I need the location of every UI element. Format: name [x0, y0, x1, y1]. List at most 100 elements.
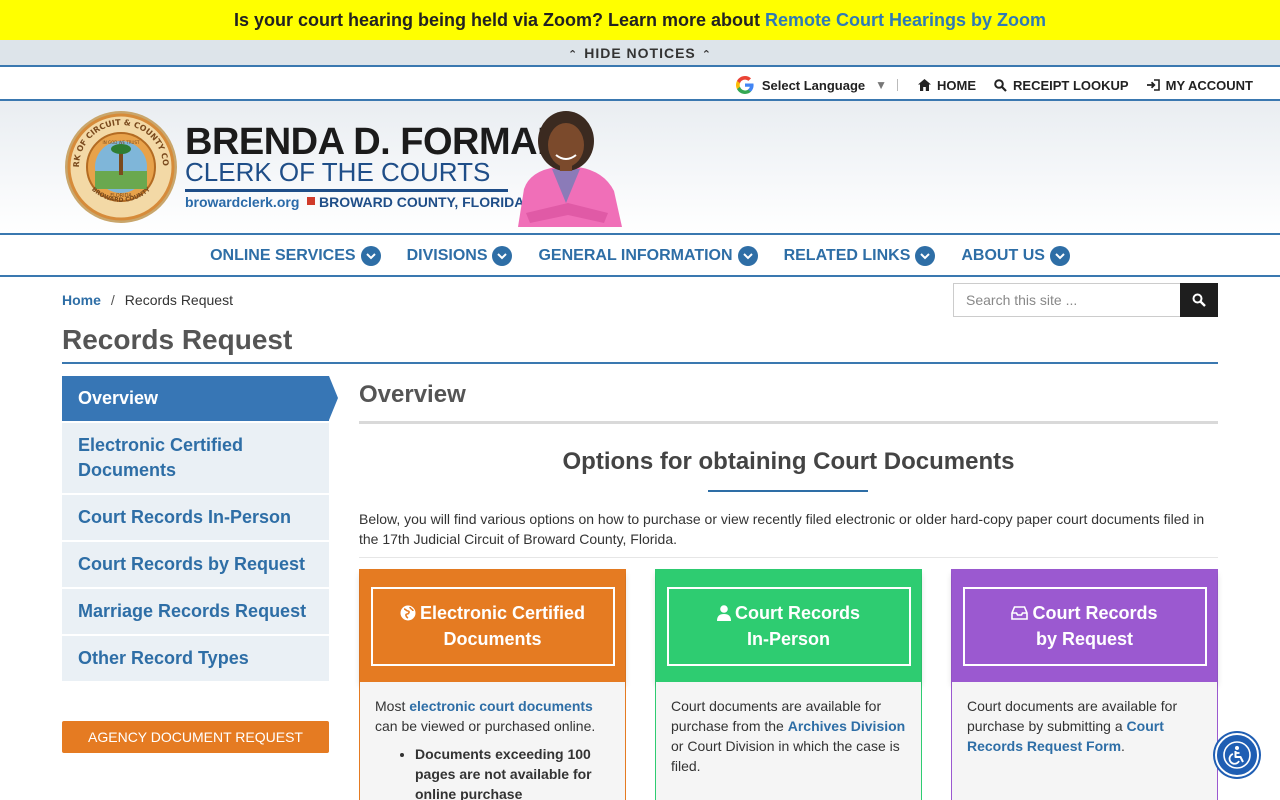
notice-text: Is your court hearing being held via Zoo… [233, 10, 766, 30]
chevron-up-icon: ⌃ [701, 49, 712, 61]
card-text: or Court Division in which the case is f… [671, 738, 900, 774]
site-search [953, 283, 1218, 317]
site-header: IN GOD WE TRUST FLORIDA CLERK OF CIRCUIT… [0, 101, 1280, 235]
card-body: Court documents are available for purcha… [656, 682, 921, 800]
sidenav-item-marriage-records-request[interactable]: Marriage Records Request [62, 589, 329, 634]
card-text: can be viewed or purchased online. [375, 718, 596, 734]
chevron-down-icon [737, 246, 758, 266]
nav-about-us[interactable]: ABOUT US [961, 246, 1070, 266]
court-records-by-request-button[interactable]: Court Records by Request [962, 586, 1207, 666]
globe-icon [400, 605, 416, 621]
chevron-down-icon [1049, 246, 1070, 266]
card-title-line1: Court Records [734, 603, 860, 623]
nav-label: DIVISIONS [406, 247, 488, 264]
breadcrumb-home-link[interactable]: Home [62, 292, 101, 308]
agency-document-request-button[interactable]: AGENCY DOCUMENT REQUEST [62, 721, 329, 753]
card-header: Electronic Certified Documents [360, 570, 625, 682]
card-title-line1: Electronic Certified [419, 603, 586, 623]
sidenav-item-court-records-by-request[interactable]: Court Records by Request [62, 542, 329, 587]
title-divider [62, 362, 1218, 364]
brand-divider [185, 189, 508, 192]
clerk-seal-logo[interactable]: IN GOD WE TRUST FLORIDA CLERK OF CIRCUIT… [64, 109, 178, 225]
clerk-portrait [518, 111, 622, 227]
language-label: Select Language [761, 77, 866, 93]
breadcrumb-separator: / [110, 292, 115, 308]
intro-text: Below, you will find various options on … [359, 511, 1205, 547]
nav-label: RELATED LINKS [783, 247, 911, 264]
page-title: Records Request [62, 324, 293, 355]
language-selector[interactable]: Select Language ▼ [735, 76, 888, 94]
card-header: Court Records In-Person [656, 570, 921, 682]
breadcrumb-current: Records Request [124, 292, 233, 308]
sidenav-label: Court Records by Request [78, 554, 306, 574]
side-nav: Overview Electronic Certified Documents … [62, 376, 338, 683]
search-icon [994, 78, 1007, 92]
zoom-hearings-link[interactable]: Remote Court Hearings by Zoom [765, 10, 1046, 30]
nav-label: ONLINE SERVICES [210, 247, 356, 264]
search-icon [1192, 293, 1206, 307]
sidenav-item-overview[interactable]: Overview [62, 376, 338, 421]
sidenav-item-other-record-types[interactable]: Other Record Types [62, 636, 329, 681]
hide-notices-button[interactable]: ⌃ HIDE NOTICES ⌃ [0, 40, 1280, 67]
home-icon [918, 79, 932, 91]
search-button[interactable] [1180, 283, 1218, 317]
divider [897, 79, 899, 91]
my-account-link[interactable]: MY ACCOUNT [1146, 77, 1253, 93]
nav-label: GENERAL INFORMATION [538, 247, 733, 264]
sidenav-item-electronic-certified-documents[interactable]: Electronic Certified Documents [62, 423, 329, 493]
chevron-down-icon [492, 246, 513, 266]
sidenav-label: Electronic Certified Documents [78, 435, 244, 480]
breadcrumb: Home / Records Request [62, 292, 233, 308]
court-records-in-person-button[interactable]: Court Records In-Person [666, 586, 911, 666]
seal-motto: IN GOD WE TRUST [103, 140, 140, 145]
receipt-lookup-link[interactable]: RECEIPT LOOKUP [994, 78, 1129, 93]
sign-in-icon [1146, 79, 1160, 91]
home-link-label: HOME [937, 77, 977, 93]
inbox-icon [1011, 606, 1029, 620]
card-bullets: Documents exceeding 100 pages are not av… [415, 744, 611, 800]
nav-online-services[interactable]: ONLINE SERVICES [210, 246, 381, 266]
county-name: BROWARD COUNTY, FLORIDA [319, 194, 525, 210]
electronic-court-documents-link[interactable]: electronic court documents [409, 698, 593, 714]
main-nav: ONLINE SERVICES DIVISIONS GENERAL INFORM… [0, 237, 1280, 277]
card-text: Most [375, 698, 410, 714]
brand-square [307, 197, 315, 205]
card-electronic-certified-documents: Electronic Certified Documents Most elec… [359, 569, 626, 800]
google-icon [735, 76, 754, 94]
sidenav-label: Overview [78, 388, 159, 408]
utility-bar: Select Language ▼ HOME RECEIPT LOOKUP MY… [0, 69, 1280, 101]
accessibility-icon [1223, 741, 1251, 769]
sidenav-label: Court Records In-Person [78, 507, 292, 527]
site-url: browardclerk.org [185, 194, 300, 210]
notice-bar: Is your court hearing being held via Zoo… [0, 0, 1280, 40]
archives-division-link[interactable]: Archives Division [788, 718, 906, 734]
intro-divider [359, 557, 1218, 558]
accessibility-button[interactable] [1215, 733, 1259, 777]
receipt-lookup-label: RECEIPT LOOKUP [1013, 77, 1129, 93]
nav-general-information[interactable]: GENERAL INFORMATION [538, 246, 758, 266]
home-link[interactable]: HOME [918, 78, 976, 93]
card-title-line1: Court Records [1032, 603, 1158, 623]
hide-notices-label: HIDE NOTICES [584, 45, 696, 61]
my-account-label: MY ACCOUNT [1165, 77, 1253, 93]
electronic-certified-documents-button[interactable]: Electronic Certified Documents [370, 586, 615, 666]
sidenav-label: Other Record Types [78, 648, 249, 668]
sidenav-label: Marriage Records Request [78, 601, 307, 621]
section-heading: Overview [359, 381, 466, 408]
caret-down-icon: ▼ [875, 78, 888, 92]
search-input[interactable] [953, 283, 1180, 317]
options-heading: Options for obtaining Court Documents [562, 448, 1015, 475]
nav-related-links[interactable]: RELATED LINKS [784, 246, 936, 266]
sidenav-item-court-records-in-person[interactable]: Court Records In-Person [62, 495, 329, 540]
card-text: . [1121, 738, 1125, 754]
section-divider [359, 421, 1218, 424]
card-title-line2: In-Person [746, 629, 830, 649]
nav-divisions[interactable]: DIVISIONS [407, 246, 513, 266]
nav-label: ABOUT US [961, 247, 1045, 264]
chevron-down-icon [360, 246, 381, 266]
chevron-down-icon [915, 246, 936, 266]
card-header: Court Records by Request [952, 570, 1217, 682]
options-divider [708, 490, 868, 492]
card-bullet: Documents exceeding 100 pages are not av… [415, 744, 611, 800]
user-icon [716, 605, 731, 621]
